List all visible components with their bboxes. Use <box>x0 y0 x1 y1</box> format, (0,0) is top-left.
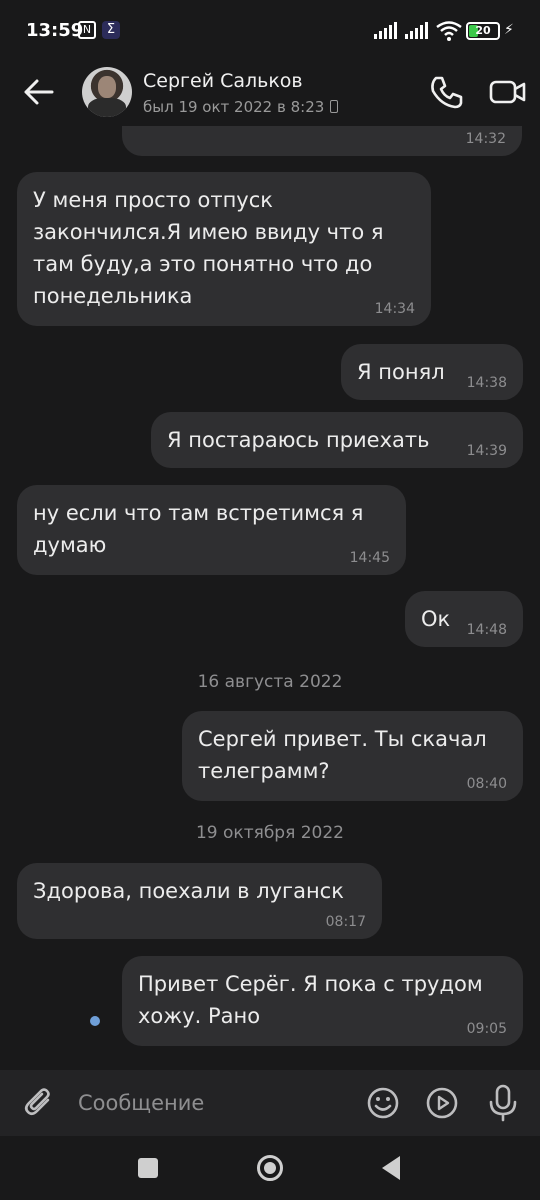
message-bubble-incoming[interactable]: Здорова, поехали в луганск 08:17 <box>17 863 382 939</box>
message-time: 14:34 <box>374 301 415 317</box>
message-bubble-outgoing[interactable]: Ок 14:48 <box>405 591 523 647</box>
play-circle-icon[interactable] <box>425 1086 459 1120</box>
video-camera-icon[interactable] <box>488 74 528 110</box>
date-separator: 16 августа 2022 <box>197 672 343 692</box>
chat-header: Сергей Сальков был 19 окт 2022 в 8:23 <box>0 60 540 126</box>
message-time: 09:05 <box>466 1021 507 1037</box>
nfc-icon: N <box>78 21 96 39</box>
status-time: 13:59 <box>26 20 84 41</box>
back-arrow-icon[interactable] <box>20 74 58 110</box>
status-bar: 13:59 N Σ 20 ⚡ <box>0 0 540 60</box>
phone-icon[interactable] <box>428 74 464 110</box>
message-bubble-outgoing[interactable]: Я постараюсь приехать 14:39 <box>151 412 523 468</box>
message-time: 08:40 <box>466 776 507 792</box>
recents-square-icon[interactable] <box>138 1158 158 1178</box>
battery-level: 20 <box>475 24 491 37</box>
message-bubble-outgoing[interactable]: Сергей привет. Ты скачал телеграмм? 08:4… <box>182 711 523 801</box>
message-text: Привет Серёг. Я пока с трудом хожу. Рано <box>138 972 483 1028</box>
message-input[interactable] <box>78 1084 348 1122</box>
system-navigation-bar <box>0 1136 540 1200</box>
charging-icon: ⚡ <box>504 22 514 38</box>
mobile-device-icon <box>330 100 339 113</box>
home-circle-icon[interactable] <box>257 1155 283 1181</box>
wifi-icon <box>436 21 462 41</box>
message-text: Здорова, поехали в луганск <box>33 879 344 903</box>
app-notification-icon: Σ <box>102 21 120 39</box>
message-list[interactable]: 14:32 У меня просто отпуск закончился.Я … <box>0 126 540 1070</box>
message-bubble-outgoing[interactable]: Привет Серёг. Я пока с трудом хожу. Рано… <box>122 956 523 1046</box>
signal-icon <box>374 22 397 39</box>
message-bubble-outgoing[interactable]: 14:32 <box>122 126 522 156</box>
message-bubble-outgoing[interactable]: Я понял 14:38 <box>341 344 523 400</box>
message-bubble-incoming[interactable]: У меня просто отпуск закончился.Я имею в… <box>17 172 431 326</box>
message-text: У меня просто отпуск закончился.Я имею в… <box>33 188 384 308</box>
message-text: Я постараюсь приехать <box>167 428 430 452</box>
date-separator: 19 октября 2022 <box>195 823 344 843</box>
message-time: 14:45 <box>349 550 390 566</box>
paperclip-icon[interactable] <box>22 1086 56 1120</box>
message-time: 14:48 <box>466 622 507 638</box>
message-time: 14:32 <box>465 131 506 147</box>
message-time: 14:39 <box>466 443 507 459</box>
back-triangle-icon[interactable] <box>382 1156 400 1180</box>
contact-name[interactable]: Сергей Сальков <box>143 70 303 92</box>
last-seen-text: был 19 окт 2022 в 8:23 <box>143 98 325 116</box>
avatar[interactable] <box>82 67 132 117</box>
contact-last-seen: был 19 окт 2022 в 8:23 <box>143 98 339 116</box>
microphone-icon[interactable] <box>488 1084 518 1122</box>
emoji-icon[interactable] <box>366 1086 400 1120</box>
message-time: 14:38 <box>466 375 507 391</box>
message-time: 08:17 <box>325 914 366 930</box>
message-text: ну если что там встретимся я думаю <box>33 501 364 557</box>
unread-indicator-icon <box>90 1016 100 1026</box>
signal-icon <box>405 22 428 39</box>
message-bubble-incoming[interactable]: ну если что там встретимся я думаю 14:45 <box>17 485 406 575</box>
battery-icon: 20 <box>466 22 500 40</box>
message-composer <box>0 1070 540 1136</box>
